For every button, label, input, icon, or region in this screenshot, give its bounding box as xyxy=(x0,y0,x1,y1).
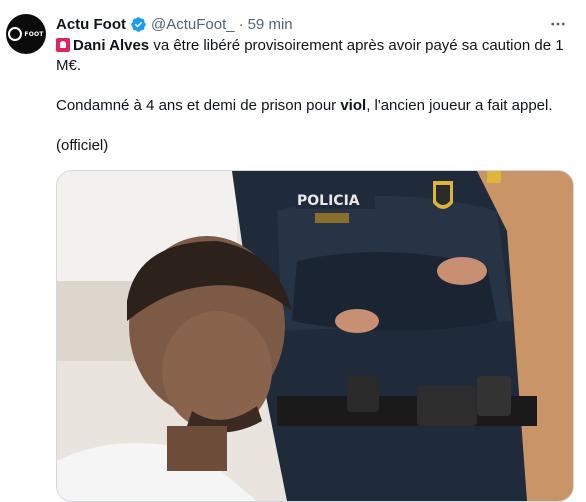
tweet-header: Actu Foot @ActuFoot_ · 59 min xyxy=(56,14,576,34)
police-badge-text: POLICIA xyxy=(297,193,360,209)
tweet-timestamp[interactable]: 59 min xyxy=(248,16,293,33)
verified-badge-icon xyxy=(131,16,146,32)
tweet-line-1: Dani Alves va être libéré provisoirement… xyxy=(56,36,576,76)
avatar-logo-text: FOOT xyxy=(24,30,44,38)
avatar-logo-ring xyxy=(8,27,23,41)
author-handle[interactable]: @ActuFoot_ xyxy=(151,16,235,33)
siren-emoji-icon xyxy=(56,38,70,52)
line2-bold: viol xyxy=(340,97,367,114)
author-name[interactable]: Actu Foot xyxy=(56,16,126,33)
line2-pre: Condamné à 4 ans et demi de prison pour xyxy=(56,97,341,114)
more-options-icon[interactable] xyxy=(546,13,570,35)
tweet-media-photo[interactable]: POLICIA xyxy=(56,170,574,502)
line2-post: , l'ancien joueur a fait appel. xyxy=(366,97,553,114)
tweet-text: Dani Alves va être libéré provisoirement… xyxy=(56,36,576,156)
mention-dani-alves: Dani Alves xyxy=(73,37,150,54)
photo-illustration: POLICIA xyxy=(57,171,573,501)
tweet-line-2: Condamné à 4 ans et demi de prison pour … xyxy=(56,96,576,116)
separator-dot: · xyxy=(238,15,244,33)
author-avatar[interactable]: FOOT xyxy=(6,14,46,54)
tweet-line-3: (officiel) xyxy=(56,137,109,154)
